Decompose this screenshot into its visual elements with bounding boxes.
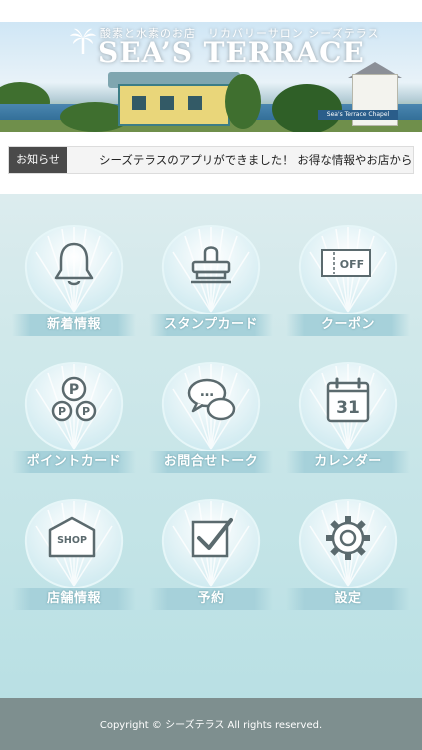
news-label: お知らせ [9,147,67,173]
menu-item-calendar[interactable]: 31 カレンダー [286,359,410,477]
building-window [160,96,174,110]
coupon-icon-text: OFF [340,258,364,271]
menu-item-shop-info[interactable]: SHOP 店舗情報 [12,496,136,614]
chat-icon: … [187,378,236,421]
coupon-icon: OFF [321,249,371,277]
menu-item-point-card[interactable]: P P P ポイントカード [12,359,136,477]
news-ticker[interactable]: お知らせ シーズテラスのアプリができました！ お得な情報やお店からのお知らせ [8,146,414,174]
menu-label: 設定 [286,588,410,610]
menu-label: カレンダー [286,451,410,473]
building-window [132,96,146,110]
footer: Copyright © シーズテラス All rights reserved. [0,698,422,750]
point-coin-text: P [58,405,66,418]
shop-icon: SHOP [48,516,96,558]
calendar-icon: 31 [326,377,370,423]
stamp-icon [191,246,231,284]
tree-shape [272,84,342,132]
point-coin-text: P [82,405,90,418]
menu-label: 店舗情報 [12,588,136,610]
menu-item-inquiry-talk[interactable]: … お問合せトーク [149,359,273,477]
gear-icon [326,516,370,560]
tree-shape [225,74,261,129]
chat-dots-text: … [200,384,214,400]
menu-item-settings[interactable]: 設定 [286,496,410,614]
news-bar: お知らせ シーズテラスのアプリができました！ お得な情報やお店からのお知らせ [0,132,422,194]
menu-label: クーポン [286,314,410,336]
chapel-sign: Sea's Terrace Chapel [318,110,398,120]
menu-item-news[interactable]: 新着情報 [12,222,136,340]
points-icon: P P P [51,376,97,422]
menu-label: ポイントカード [12,451,136,473]
checkbox-icon [191,518,233,558]
menu-item-stamp-card[interactable]: スタンプカード [149,222,273,340]
menu-item-reservation[interactable]: 予約 [149,496,273,614]
menu-label: 予約 [149,588,273,610]
menu-label: 新着情報 [12,314,136,336]
palm-tree-logo-icon [70,28,96,54]
menu-label: お問合せトーク [149,451,273,473]
point-coin-text: P [69,382,79,398]
news-text[interactable]: シーズテラスのアプリができました！ お得な情報やお店からのお知らせ [99,147,413,173]
header-banner: Sea's Terrace Chapel 酸素と水素のお店 リカバリーサロン シ… [0,22,422,132]
menu-item-coupon[interactable]: OFF クーポン [286,222,410,340]
building-window [188,96,202,110]
copyright-text: Copyright © シーズテラス All rights reserved. [99,720,323,731]
shop-icon-text: SHOP [57,535,87,546]
brand-name: SEA’S TERRACE [98,36,365,69]
bell-icon [54,242,94,286]
calendar-day-text: 31 [336,398,360,418]
menu-label: スタンプカード [149,314,273,336]
menu-grid: 新着情報 スタンプカード OFF クーポン P P P ポイントカード … お問… [0,194,422,698]
